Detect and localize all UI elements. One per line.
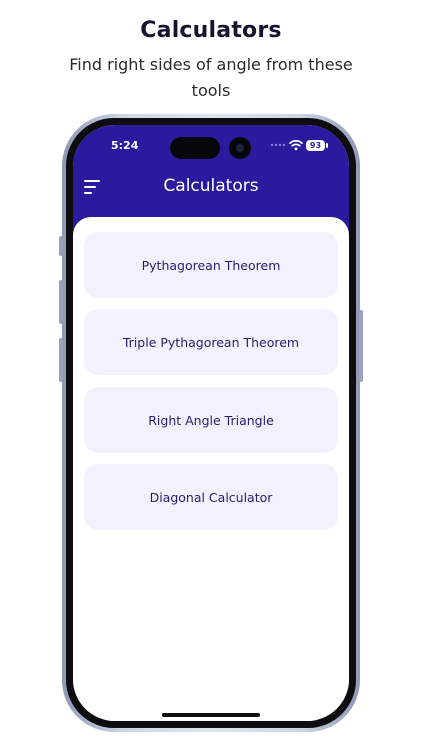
promo-subtitle: Find right sides of angle from these too… bbox=[69, 55, 353, 100]
calculator-card-label: Pythagorean Theorem bbox=[141, 257, 281, 273]
diagonal-calculator-card[interactable]: Diagonal Calculator bbox=[84, 464, 338, 530]
right-angle-triangle-card[interactable]: Right Angle Triangle bbox=[84, 387, 338, 453]
phone-screen: 5:24 93 Calculators Pythagorean Theorem bbox=[73, 125, 349, 721]
status-time: 5:24 bbox=[111, 139, 139, 152]
home-indicator[interactable] bbox=[162, 713, 260, 717]
cellular-signal-icon bbox=[270, 143, 286, 147]
phone-action-button bbox=[59, 236, 63, 256]
pythagorean-theorem-card[interactable]: Pythagorean Theorem bbox=[84, 232, 338, 298]
dynamic-island bbox=[170, 137, 220, 159]
app-title: Calculators bbox=[163, 176, 259, 196]
wifi-icon bbox=[289, 140, 303, 151]
phone-volume-down-button bbox=[59, 338, 63, 382]
battery-icon: 93 bbox=[306, 140, 325, 151]
calculator-card-label: Right Angle Triangle bbox=[148, 412, 274, 428]
calculator-card-label: Triple Pythagorean Theorem bbox=[122, 334, 300, 350]
phone-power-button bbox=[359, 310, 363, 382]
calculator-card-label: Diagonal Calculator bbox=[149, 489, 273, 505]
promo-title: Calculators bbox=[140, 18, 282, 43]
battery-tip bbox=[326, 143, 328, 148]
phone-volume-up-button bbox=[59, 280, 63, 324]
calculators-list: Pythagorean Theorem Triple Pythagorean T… bbox=[73, 217, 349, 721]
front-camera-icon bbox=[229, 137, 251, 159]
triple-pythagorean-theorem-card[interactable]: Triple Pythagorean Theorem bbox=[84, 309, 338, 375]
